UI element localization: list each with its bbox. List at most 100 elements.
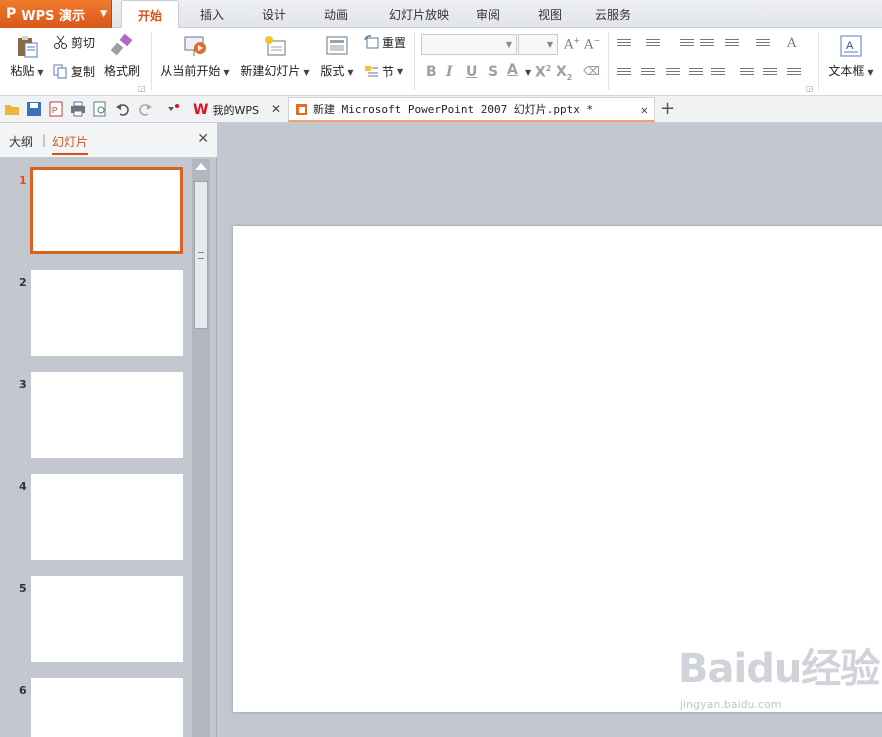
my-wps-label: 我的WPS xyxy=(212,103,259,117)
slide-number: 4 xyxy=(19,480,27,493)
text-align-vertical-icon[interactable]: A xyxy=(787,36,796,51)
new-slide-button[interactable]: 新建幻灯片 ▼ xyxy=(238,34,312,79)
save-icon[interactable] xyxy=(26,101,42,117)
chevron-down-icon: ▼ xyxy=(546,40,554,49)
ribbon-toolbar: 粘贴 ▼ 剪切 复制 格式刷 ◲ 从当前开始 ▼ 新建幻灯片 ▼ 版式 ▼ 重置… xyxy=(0,28,882,96)
slide-navigation-pane: 大纲 | 幻灯片 ✕ 1 2 3 4 5 6 xyxy=(0,123,217,737)
distributed-icon[interactable] xyxy=(711,68,725,79)
section-icon xyxy=(365,66,378,77)
tab-my-wps[interactable]: W 我的WPS ✕ xyxy=(187,97,287,122)
textbox-button[interactable]: A 文本框 ▼ xyxy=(826,34,876,79)
tab-review[interactable]: 审阅 xyxy=(466,0,510,28)
paste-button[interactable]: 粘贴 ▼ xyxy=(8,34,46,79)
underline-icon[interactable]: U xyxy=(466,64,477,80)
new-slide-icon xyxy=(265,36,286,56)
close-icon[interactable]: ✕ xyxy=(271,102,281,116)
cut-button[interactable]: 剪切 xyxy=(53,34,95,51)
app-menu-button[interactable]: P WPS 演示 ▼ xyxy=(0,0,112,28)
tab-slideshow[interactable]: 幻灯片放映 xyxy=(375,0,463,28)
bold-icon[interactable]: B xyxy=(426,64,437,80)
font-color-icon[interactable]: A xyxy=(507,62,518,78)
paragraph-settings-icon[interactable] xyxy=(787,68,801,79)
print-icon[interactable] xyxy=(70,101,86,117)
decrease-indent-icon[interactable] xyxy=(680,39,694,50)
slideshow-play-icon xyxy=(184,36,206,56)
grow-font-icon[interactable]: A+ xyxy=(564,36,580,52)
shrink-font-icon[interactable]: A− xyxy=(584,36,600,52)
customize-toolbar-icon[interactable] xyxy=(165,101,181,117)
italic-icon[interactable]: I xyxy=(446,64,453,80)
app-logo: P xyxy=(6,6,17,22)
clear-format-icon[interactable]: ⌫ xyxy=(583,64,600,78)
layout-button[interactable]: 版式 ▼ xyxy=(318,34,356,79)
pane-tabs: 大纲 | 幻灯片 ✕ xyxy=(0,123,217,157)
svg-text:A: A xyxy=(846,40,854,52)
undo-icon[interactable] xyxy=(115,101,131,117)
watermark-logo: Baidu经验 xyxy=(678,646,880,692)
presentation-file-icon xyxy=(296,103,307,115)
layout-icon xyxy=(326,36,348,55)
font-name-select[interactable]: ▼ xyxy=(421,34,517,55)
superscript-icon[interactable]: X2 xyxy=(535,64,551,81)
slide-thumbnail[interactable] xyxy=(31,576,183,662)
tab-insert[interactable]: 插入 xyxy=(190,0,234,28)
paste-icon xyxy=(18,36,38,58)
justify-icon[interactable] xyxy=(689,68,703,79)
bullets-icon[interactable] xyxy=(617,39,631,50)
wps-presentation-window: P WPS 演示 ▼ 开始 插入 设计 动画 幻灯片放映 审阅 视图 云服务 粘… xyxy=(0,0,882,737)
copy-button[interactable]: 复制 xyxy=(53,63,95,80)
tab-home[interactable]: 开始 xyxy=(121,0,179,29)
reset-button[interactable]: 重置 xyxy=(364,34,406,51)
section-button[interactable]: 节 ▼ xyxy=(364,63,403,80)
align-right-icon[interactable] xyxy=(666,68,680,79)
numbering-icon[interactable] xyxy=(646,39,660,50)
slide-number: 1 xyxy=(19,174,27,187)
slides-tab[interactable]: 幻灯片 xyxy=(52,133,89,155)
tab-animation[interactable]: 动画 xyxy=(314,0,358,28)
text-direction-icon[interactable] xyxy=(725,39,739,50)
export-pdf-icon[interactable]: P xyxy=(48,101,64,117)
slide-thumbnail[interactable] xyxy=(30,167,183,254)
brush-icon xyxy=(110,34,133,56)
slide-number: 5 xyxy=(19,582,27,595)
thumbnail-scrollbar[interactable] xyxy=(192,159,210,737)
outline-tab[interactable]: 大纲 xyxy=(9,133,33,150)
reset-label: 重置 xyxy=(382,36,407,50)
new-tab-icon[interactable]: + xyxy=(660,98,675,119)
tab-view[interactable]: 视图 xyxy=(528,0,572,28)
print-preview-icon[interactable] xyxy=(92,101,108,117)
columns-icon[interactable] xyxy=(756,39,770,50)
subscript-icon[interactable]: X2 xyxy=(556,64,572,82)
textbox-label: 文本框 xyxy=(828,64,865,78)
font-color-caret-icon[interactable]: ▼ xyxy=(525,68,531,77)
paragraph-launcher-icon[interactable]: ◲ xyxy=(806,84,814,93)
close-icon[interactable]: ✕ xyxy=(641,103,648,117)
open-folder-icon[interactable] xyxy=(4,101,20,117)
tab-design[interactable]: 设计 xyxy=(252,0,296,28)
line-spacing-icon[interactable] xyxy=(740,68,754,79)
from-current-slide-button[interactable]: 从当前开始 ▼ xyxy=(158,34,232,79)
wps-logo-icon: W xyxy=(193,101,209,118)
grip-icon xyxy=(198,252,204,259)
slide-number: 3 xyxy=(19,378,27,391)
document-title: 新建 Microsoft PowerPoint 2007 幻灯片.pptx * xyxy=(313,103,594,116)
format-painter-button[interactable]: 格式刷 xyxy=(102,34,142,79)
scrollbar-thumb[interactable] xyxy=(194,181,208,329)
clipboard-launcher-icon[interactable]: ◲ xyxy=(138,84,146,93)
tab-cloud[interactable]: 云服务 xyxy=(587,0,639,28)
slide-thumbnail[interactable] xyxy=(31,678,183,737)
slide-thumbnail[interactable] xyxy=(31,474,183,560)
slide-thumbnail[interactable] xyxy=(31,372,183,458)
paragraph-spacing-icon[interactable] xyxy=(763,68,777,79)
shadow-icon[interactable]: S xyxy=(488,64,498,80)
align-left-icon[interactable] xyxy=(617,68,631,79)
slide-number: 6 xyxy=(19,684,27,697)
slide-thumbnail[interactable] xyxy=(31,270,183,356)
close-pane-icon[interactable]: ✕ xyxy=(197,131,209,147)
align-center-icon[interactable] xyxy=(641,68,655,79)
tab-document[interactable]: 新建 Microsoft PowerPoint 2007 幻灯片.pptx * … xyxy=(288,97,655,122)
font-size-select[interactable]: ▼ xyxy=(518,34,558,55)
increase-indent-icon[interactable] xyxy=(700,39,714,50)
redo-icon[interactable] xyxy=(137,101,153,117)
scroll-up-icon[interactable] xyxy=(195,163,207,170)
